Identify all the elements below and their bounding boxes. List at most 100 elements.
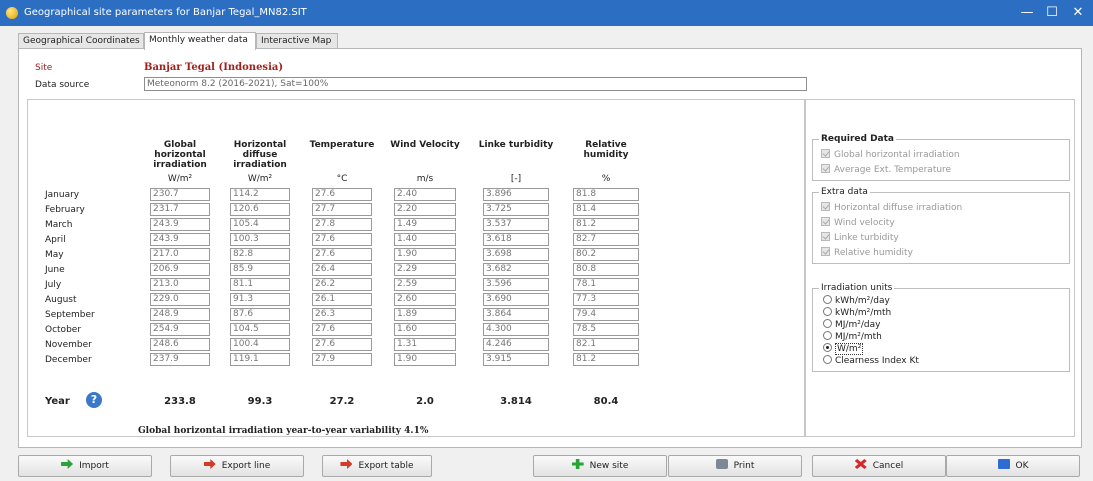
- value-cell[interactable]: 3.596: [483, 278, 549, 291]
- irradiation-unit-option[interactable]: Clearness Index Kt: [823, 355, 919, 366]
- value-cell[interactable]: 1.89: [394, 308, 456, 321]
- value-cell[interactable]: 237.9: [150, 353, 210, 366]
- print-button[interactable]: Print: [668, 455, 802, 477]
- export-table-button[interactable]: Export table: [322, 455, 432, 477]
- export-line-button[interactable]: Export line: [170, 455, 304, 477]
- value-cell[interactable]: 27.6: [312, 233, 372, 246]
- value-cell[interactable]: 2.40: [394, 188, 456, 201]
- value-cell[interactable]: 26.3: [312, 308, 372, 321]
- value-cell[interactable]: 1.40: [394, 233, 456, 246]
- value-cell[interactable]: 82.7: [573, 233, 639, 246]
- irradiation-unit-option[interactable]: W/m²: [823, 343, 864, 355]
- value-cell[interactable]: 78.1: [573, 278, 639, 291]
- value-cell[interactable]: 248.9: [150, 308, 210, 321]
- close-button[interactable]: ✕: [1063, 4, 1093, 22]
- value-cell[interactable]: 254.9: [150, 323, 210, 336]
- data-source-field[interactable]: Meteonorm 8.2 (2016-2021), Sat=100%: [144, 77, 807, 91]
- value-cell[interactable]: 3.682: [483, 263, 549, 276]
- new-site-button[interactable]: New site: [533, 455, 667, 477]
- value-cell[interactable]: 213.0: [150, 278, 210, 291]
- value-cell[interactable]: 243.9: [150, 233, 210, 246]
- value-cell[interactable]: 2.59: [394, 278, 456, 291]
- value-cell[interactable]: 81.2: [573, 218, 639, 231]
- value-cell[interactable]: 1.90: [394, 248, 456, 261]
- value-cell[interactable]: 81.1: [230, 278, 290, 291]
- value-cell[interactable]: 248.6: [150, 338, 210, 351]
- irradiation-unit-option[interactable]: kWh/m²/day: [823, 295, 890, 306]
- value-cell[interactable]: 78.5: [573, 323, 639, 336]
- side-panel: Required Data Global horizontal irradiat…: [805, 99, 1075, 437]
- value-cell[interactable]: 26.1: [312, 293, 372, 306]
- value-cell[interactable]: 81.4: [573, 203, 639, 216]
- value-cell[interactable]: 3.690: [483, 293, 549, 306]
- value-cell[interactable]: 26.2: [312, 278, 372, 291]
- plus-icon: [571, 459, 584, 469]
- value-cell[interactable]: 3.618: [483, 233, 549, 246]
- value-cell[interactable]: 87.6: [230, 308, 290, 321]
- value-cell[interactable]: 26.4: [312, 263, 372, 276]
- monthly-weather-panel: Site Banjar Tegal (Indonesia) Data sourc…: [18, 48, 1082, 448]
- value-cell[interactable]: 82.8: [230, 248, 290, 261]
- value-cell[interactable]: 100.3: [230, 233, 290, 246]
- value-cell[interactable]: 27.6: [312, 323, 372, 336]
- tab-geographical-coordinates[interactable]: Geographical Coordinates: [18, 33, 144, 49]
- value-cell[interactable]: 104.5: [230, 323, 290, 336]
- value-cell[interactable]: 114.2: [230, 188, 290, 201]
- column-header: Global horizontal irradiation: [153, 140, 207, 170]
- cancel-button[interactable]: Cancel: [812, 455, 946, 477]
- value-cell[interactable]: 206.9: [150, 263, 210, 276]
- value-cell[interactable]: 27.6: [312, 338, 372, 351]
- value-cell[interactable]: 119.1: [230, 353, 290, 366]
- value-cell[interactable]: 27.8: [312, 218, 372, 231]
- value-cell[interactable]: 91.3: [230, 293, 290, 306]
- checkbox-icon: [821, 164, 830, 173]
- value-cell[interactable]: 105.4: [230, 218, 290, 231]
- radio-icon: [823, 331, 832, 340]
- value-cell[interactable]: 80.2: [573, 248, 639, 261]
- value-cell[interactable]: 27.6: [312, 188, 372, 201]
- irradiation-unit-option[interactable]: MJ/m²/mth: [823, 331, 882, 342]
- value-cell[interactable]: 231.7: [150, 203, 210, 216]
- value-cell[interactable]: 3.896: [483, 188, 549, 201]
- value-cell[interactable]: 85.9: [230, 263, 290, 276]
- value-cell[interactable]: 3.537: [483, 218, 549, 231]
- value-cell[interactable]: 3.864: [483, 308, 549, 321]
- value-cell[interactable]: 120.6: [230, 203, 290, 216]
- value-cell[interactable]: 243.9: [150, 218, 210, 231]
- import-button[interactable]: Import: [18, 455, 152, 477]
- value-cell[interactable]: 100.4: [230, 338, 290, 351]
- cancel-x-icon: [854, 459, 867, 469]
- value-cell[interactable]: 81.2: [573, 353, 639, 366]
- value-cell[interactable]: 217.0: [150, 248, 210, 261]
- value-cell[interactable]: 77.3: [573, 293, 639, 306]
- ok-button[interactable]: OK: [946, 455, 1080, 477]
- value-cell[interactable]: 2.60: [394, 293, 456, 306]
- value-cell[interactable]: 3.725: [483, 203, 549, 216]
- value-cell[interactable]: 79.4: [573, 308, 639, 321]
- radio-icon: [823, 355, 832, 364]
- value-cell[interactable]: 1.49: [394, 218, 456, 231]
- column-unit: W/m²: [167, 174, 193, 184]
- value-cell[interactable]: 1.60: [394, 323, 456, 336]
- value-cell[interactable]: 27.6: [312, 248, 372, 261]
- value-cell[interactable]: 229.0: [150, 293, 210, 306]
- value-cell[interactable]: 27.9: [312, 353, 372, 366]
- value-cell[interactable]: 2.29: [394, 263, 456, 276]
- value-cell[interactable]: 3.698: [483, 248, 549, 261]
- value-cell[interactable]: 27.7: [312, 203, 372, 216]
- value-cell[interactable]: 2.20: [394, 203, 456, 216]
- irradiation-unit-option[interactable]: kWh/m²/mth: [823, 307, 891, 318]
- value-cell[interactable]: 230.7: [150, 188, 210, 201]
- value-cell[interactable]: 4.300: [483, 323, 549, 336]
- value-cell[interactable]: 3.915: [483, 353, 549, 366]
- tab-monthly-weather-data[interactable]: Monthly weather data: [144, 32, 256, 50]
- value-cell[interactable]: 80.8: [573, 263, 639, 276]
- help-icon[interactable]: ?: [86, 392, 102, 408]
- value-cell[interactable]: 82.1: [573, 338, 639, 351]
- value-cell[interactable]: 1.90: [394, 353, 456, 366]
- tab-interactive-map[interactable]: Interactive Map: [256, 33, 338, 49]
- irradiation-unit-option[interactable]: MJ/m²/day: [823, 319, 880, 330]
- value-cell[interactable]: 1.31: [394, 338, 456, 351]
- value-cell[interactable]: 81.8: [573, 188, 639, 201]
- value-cell[interactable]: 4.246: [483, 338, 549, 351]
